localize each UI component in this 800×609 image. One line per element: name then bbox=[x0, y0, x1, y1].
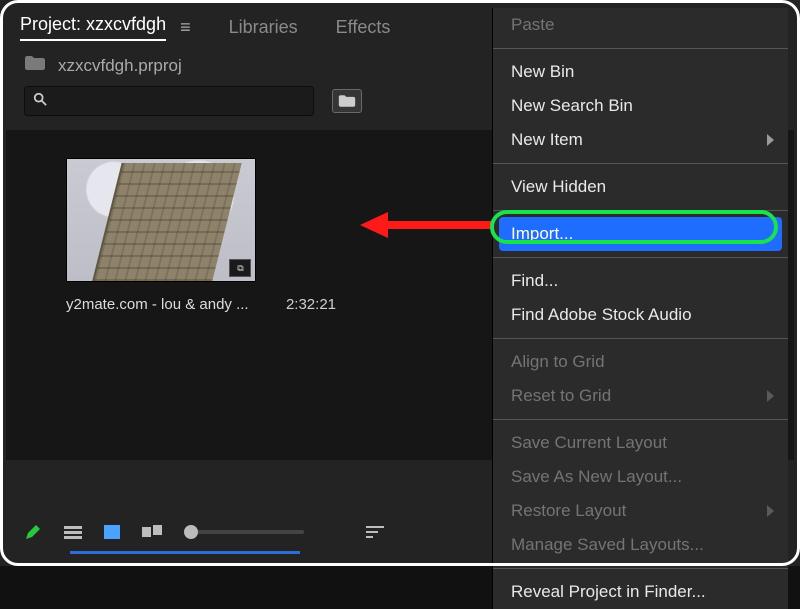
tab-project[interactable]: Project: xzxcvfdgh bbox=[20, 14, 166, 41]
ctx-separator bbox=[493, 419, 788, 420]
ctx-new-bin[interactable]: New Bin bbox=[493, 55, 788, 89]
app-window: Project: xzxcvfdgh ≡ Libraries Effects x… bbox=[0, 0, 800, 566]
ctx-separator bbox=[493, 48, 788, 49]
ctx-manage-layouts: Manage Saved Layouts... bbox=[493, 528, 788, 562]
ctx-separator bbox=[493, 163, 788, 164]
ctx-find-stock-audio[interactable]: Find Adobe Stock Audio bbox=[493, 298, 788, 332]
clip-thumbnail[interactable]: ⧉ bbox=[66, 158, 256, 282]
ctx-save-layout: Save Current Layout bbox=[493, 426, 788, 460]
freeform-view-icon[interactable] bbox=[142, 525, 162, 539]
clip-title: y2mate.com - lou & andy ... bbox=[66, 296, 249, 313]
new-bin-button[interactable] bbox=[332, 89, 362, 113]
ctx-import[interactable]: Import... bbox=[499, 217, 782, 251]
ctx-separator bbox=[493, 257, 788, 258]
icon-view-icon[interactable] bbox=[104, 525, 120, 539]
tab-project-name: xzxcvfdgh bbox=[86, 14, 166, 34]
clip-label-row: y2mate.com - lou & andy ... 2:32:21 bbox=[66, 282, 336, 313]
panel-menu-icon[interactable]: ≡ bbox=[180, 17, 191, 38]
ctx-separator bbox=[493, 338, 788, 339]
ctx-find[interactable]: Find... bbox=[493, 264, 788, 298]
ctx-save-as-layout: Save As New Layout... bbox=[493, 460, 788, 494]
tab-libraries[interactable]: Libraries bbox=[229, 17, 298, 38]
ctx-separator bbox=[493, 568, 788, 569]
ctx-align-to-grid: Align to Grid bbox=[493, 345, 788, 379]
list-view-icon[interactable] bbox=[64, 525, 82, 539]
clip-type-badge-icon: ⧉ bbox=[229, 259, 251, 277]
clip-item[interactable]: ⧉ y2mate.com - lou & andy ... 2:32:21 bbox=[66, 158, 276, 313]
project-file-name: xzxcvfdgh.prproj bbox=[58, 56, 182, 76]
search-icon bbox=[33, 92, 47, 111]
ctx-view-hidden[interactable]: View Hidden bbox=[493, 170, 788, 204]
ctx-reset-to-grid: Reset to Grid bbox=[493, 379, 788, 413]
context-menu: Paste New Bin New Search Bin New Item Vi… bbox=[492, 8, 788, 609]
ctx-new-item[interactable]: New Item bbox=[493, 123, 788, 157]
tab-effects[interactable]: Effects bbox=[336, 17, 391, 38]
clip-duration: 2:32:21 bbox=[286, 296, 336, 313]
ctx-reveal-in-finder[interactable]: Reveal Project in Finder... bbox=[493, 575, 788, 609]
active-panel-indicator bbox=[70, 551, 300, 554]
ctx-separator bbox=[493, 210, 788, 211]
project-folder-icon bbox=[24, 55, 46, 76]
search-input[interactable] bbox=[24, 86, 314, 116]
sort-icon[interactable] bbox=[366, 525, 384, 539]
zoom-slider-knob[interactable] bbox=[184, 525, 198, 539]
pen-tool-icon[interactable] bbox=[24, 523, 42, 541]
zoom-slider[interactable] bbox=[184, 530, 304, 534]
ctx-restore-layout: Restore Layout bbox=[493, 494, 788, 528]
tab-project-prefix: Project: bbox=[20, 14, 81, 34]
ctx-paste: Paste bbox=[493, 8, 788, 42]
ctx-new-search-bin[interactable]: New Search Bin bbox=[493, 89, 788, 123]
annotation-arrow bbox=[360, 210, 500, 240]
